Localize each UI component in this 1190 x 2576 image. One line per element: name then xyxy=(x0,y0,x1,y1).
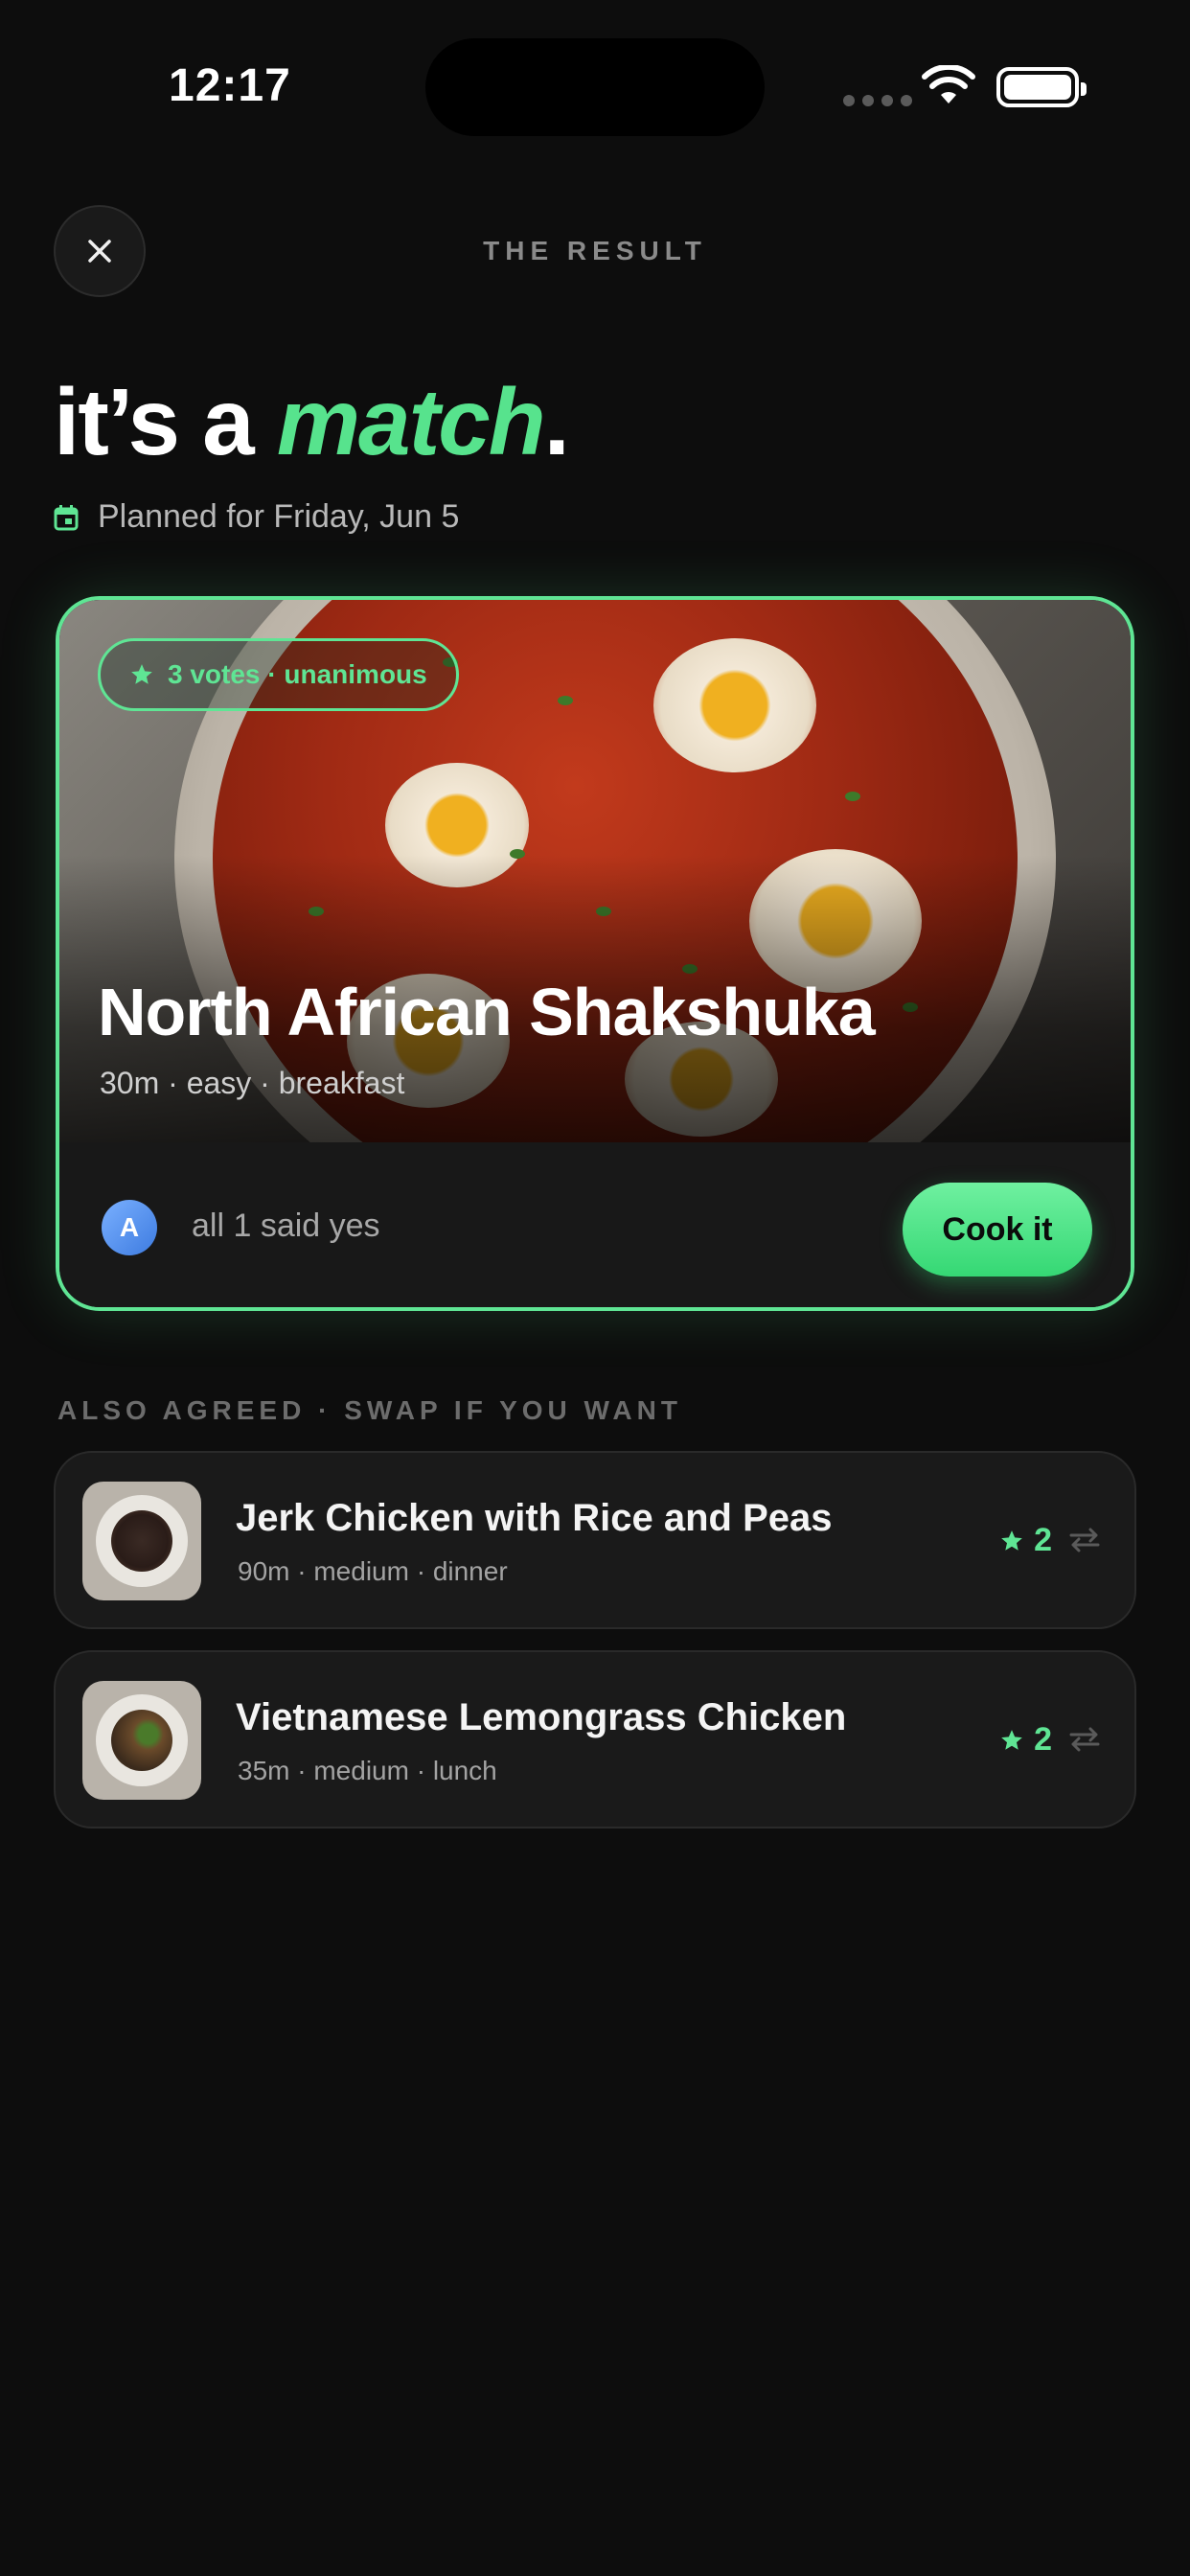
alternate-recipe-row[interactable]: Vietnamese Lemongrass Chicken 35m · medi… xyxy=(54,1650,1136,1828)
card-footer: A all 1 said yes Cook it xyxy=(59,1142,1131,1307)
result-screen: 12:17 THE RESULT it’s a match. Planned f… xyxy=(0,0,1190,2576)
also-agreed-label: ALSO AGREED · SWAP IF YOU WANT xyxy=(57,1395,682,1425)
match-headline: it’s a match. xyxy=(54,368,570,476)
avatar: A xyxy=(102,1200,157,1255)
dish-photo: 3 votes · unanimous North African Shaksh… xyxy=(59,600,1131,1142)
swap-icon[interactable] xyxy=(1067,1526,1102,1554)
headline-accent: match xyxy=(276,369,546,474)
calendar-icon xyxy=(54,504,79,530)
match-card[interactable]: 3 votes · unanimous North African Shaksh… xyxy=(56,596,1134,1311)
recipe-thumbnail xyxy=(82,1482,201,1600)
star-icon xyxy=(1001,1530,1022,1551)
page-title: THE RESULT xyxy=(483,236,707,265)
vote-count: 2 xyxy=(1034,1522,1052,1558)
headline-suffix: . xyxy=(543,369,570,474)
said-yes-text: all 1 said yes xyxy=(192,1208,380,1244)
headline-prefix: it’s a xyxy=(54,369,277,474)
dynamic-island xyxy=(425,38,765,136)
recipe-title: Vietnamese Lemongrass Chicken xyxy=(236,1696,847,1738)
vote-count: 2 xyxy=(1034,1721,1052,1758)
swap-icon[interactable] xyxy=(1067,1725,1102,1754)
planned-date: Planned for Friday, Jun 5 xyxy=(54,498,459,536)
recipe-votes: 2 xyxy=(999,1522,1052,1559)
recipe-thumbnail xyxy=(82,1681,201,1800)
votes-badge: 3 votes · unanimous xyxy=(98,638,459,711)
alternate-recipe-row[interactable]: Jerk Chicken with Rice and Peas 90m · me… xyxy=(54,1451,1136,1629)
recipe-votes: 2 xyxy=(999,1721,1052,1759)
cook-it-button[interactable]: Cook it xyxy=(903,1183,1092,1276)
recipe-meta: 90m · medium · dinner xyxy=(238,1556,508,1586)
signal-icon xyxy=(843,95,912,106)
star-icon xyxy=(131,664,152,684)
battery-icon xyxy=(996,67,1087,107)
dish-meta: 30m · easy · breakfast xyxy=(100,1066,405,1100)
recipe-title: Jerk Chicken with Rice and Peas xyxy=(236,1497,833,1539)
recipe-meta: 35m · medium · lunch xyxy=(238,1756,497,1785)
planned-text: Planned for Friday, Jun 5 xyxy=(98,498,460,535)
status-time: 12:17 xyxy=(169,60,291,111)
votes-text: 3 votes · unanimous xyxy=(168,659,427,689)
dish-title: North African Shakshuka xyxy=(98,975,876,1049)
star-icon xyxy=(1001,1729,1022,1750)
wifi-icon xyxy=(922,65,975,104)
